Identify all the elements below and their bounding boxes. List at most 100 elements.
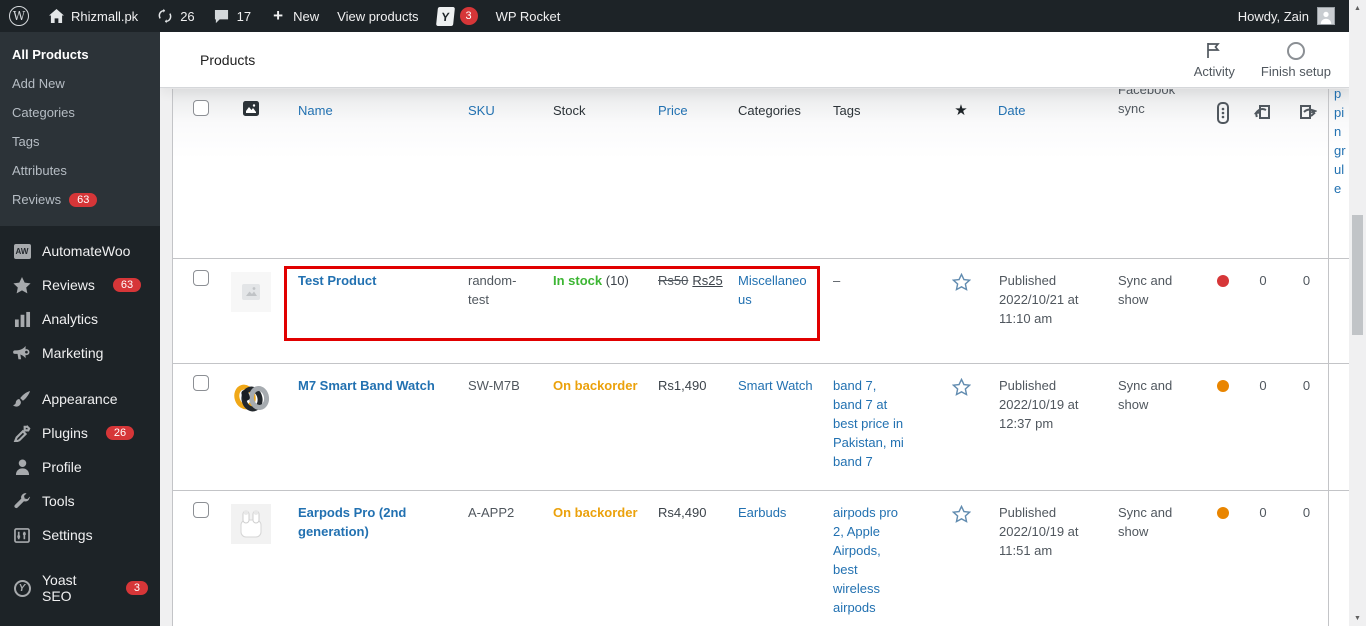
activity-button[interactable]: Activity — [1194, 41, 1235, 79]
wordpress-logo-icon: W — [9, 6, 29, 26]
product-name-link[interactable]: Test Product — [298, 273, 377, 288]
menu-label: AutomateWoo — [42, 243, 131, 259]
sidebar-item-categories[interactable]: Categories — [0, 98, 160, 127]
reviews-count-badge: 63 — [69, 192, 98, 207]
select-all-checkbox[interactable] — [193, 100, 209, 116]
row-checkbox[interactable] — [193, 270, 209, 286]
row-checkbox[interactable] — [193, 375, 209, 391]
table-row-earpods-pro: Earpods Pro (2nd generation) A-APP2 On b… — [173, 491, 1349, 626]
finish-setup-label: Finish setup — [1260, 63, 1331, 79]
column-header-price[interactable]: Price — [658, 103, 688, 118]
wp-rocket-menu[interactable]: WP Rocket — [487, 0, 570, 32]
sku-value: random-test — [468, 273, 517, 307]
category-link[interactable]: Earbuds — [738, 505, 786, 520]
main-menu: AW AutomateWoo Reviews 63 Analytics Mark… — [0, 226, 160, 626]
column-header-stock: Stock — [553, 103, 586, 118]
submenu-label: All Products — [12, 47, 89, 62]
activity-flag-icon — [1206, 41, 1222, 61]
account-menu[interactable]: Howdy, Zain — [1238, 7, 1349, 25]
sidebar-item-reviews-sub[interactable]: Reviews 63 — [0, 185, 160, 214]
submenu-label: Reviews — [12, 192, 62, 207]
site-name-menu[interactable]: Rhizmall.pk — [38, 0, 147, 32]
wordpress-logo-menu[interactable]: W — [0, 0, 38, 32]
category-link[interactable]: Miscellaneous — [738, 273, 807, 307]
sku-value: SW-M7B — [468, 378, 520, 393]
sidebar-item-reviews[interactable]: Reviews 63 — [0, 268, 160, 302]
product-thumbnail-placeholder[interactable] — [231, 272, 271, 312]
facebook-sync-value: Sync and show — [1118, 273, 1173, 307]
menu-label: Profile — [42, 459, 82, 475]
sidebar-item-tools[interactable]: Tools — [0, 484, 160, 518]
woocommerce-header: Products Activity Finish setup — [160, 32, 1349, 88]
menu-label: Yoast SEO — [42, 572, 77, 604]
wp-rocket-label: WP Rocket — [495, 8, 561, 24]
comments-count: 17 — [236, 8, 252, 24]
date-value: Published 2022/10/21 at 11:10 am — [999, 273, 1079, 326]
price: Rs4,490 — [658, 505, 707, 520]
sidebar-item-analytics[interactable]: Analytics — [0, 302, 160, 336]
featured-star-toggle[interactable] — [951, 504, 971, 528]
sidebar-item-add-new[interactable]: Add New — [0, 69, 160, 98]
scrollbar-up-icon[interactable]: ▲ — [1349, 0, 1366, 16]
column-header-sku[interactable]: SKU — [468, 103, 495, 118]
table-row-test-product: Test Product random-test In stock (10) R… — [173, 259, 1349, 364]
scrollbar-down-icon[interactable]: ▼ — [1349, 610, 1366, 626]
view-products-menu[interactable]: View products — [328, 0, 427, 32]
category-link[interactable]: Smart Watch — [738, 378, 813, 393]
page-scrollbar[interactable]: ▲ ▼ — [1349, 0, 1366, 626]
analytics-icon — [12, 310, 32, 328]
yoast-menu[interactable]: Y 3 — [428, 0, 487, 32]
wordpress-admin-products-page: W Rhizmall.pk 26 17 + New View products — [0, 0, 1366, 626]
sync-out-count: 0 — [1302, 273, 1311, 288]
sync-in-count: 0 — [1259, 505, 1267, 520]
view-products-label: View products — [337, 8, 419, 24]
row-checkbox[interactable] — [193, 502, 209, 518]
submenu-label: Tags — [12, 134, 40, 149]
status-dot — [1217, 380, 1229, 392]
plugins-icon — [12, 424, 32, 442]
new-menu[interactable]: + New — [260, 0, 328, 32]
megaphone-icon — [12, 344, 32, 362]
menu-label: Plugins — [42, 425, 88, 441]
sidebar-item-tags[interactable]: Tags — [0, 127, 160, 156]
updates-menu[interactable]: 26 — [147, 0, 203, 32]
sidebar-item-yoast-seo[interactable]: Y Yoast SEO 3 — [0, 564, 160, 612]
tags-links[interactable]: airpods pro 2, Apple Airpods, best wirel… — [833, 503, 928, 617]
sync-out-column-icon — [1297, 105, 1318, 125]
sidebar-item-marketing[interactable]: Marketing — [0, 336, 160, 370]
regular-price: Rs50 — [658, 273, 689, 288]
featured-star-toggle[interactable] — [951, 272, 971, 296]
tags-links[interactable]: band 7, band 7 at best price in Pakistan… — [833, 376, 928, 471]
sale-price: Rs25 — [692, 273, 723, 288]
sidebar-item-settings[interactable]: Settings — [0, 518, 160, 552]
column-header-date[interactable]: Date — [998, 103, 1025, 118]
column-header-categories: Categories — [738, 103, 801, 118]
product-name-link[interactable]: Earpods Pro (2nd generation) — [298, 505, 406, 539]
sidebar-item-plugins[interactable]: Plugins 26 — [0, 416, 160, 450]
facebook-sync-value: Sync and show — [1118, 378, 1173, 412]
finish-setup-button[interactable]: Finish setup — [1261, 41, 1331, 79]
featured-star-toggle[interactable] — [951, 377, 971, 401]
column-header-shipping-rule[interactable]: ppingrule — [1334, 89, 1346, 198]
plugins-count-badge: 26 — [105, 426, 135, 440]
yoast-count-badge: 3 — [125, 581, 148, 595]
table-header-row: Name SKU Stock Price Categories Tags ★ D… — [173, 89, 1349, 259]
stock-status: On backorder — [553, 378, 638, 393]
sidebar-item-all-products[interactable]: All Products — [0, 40, 160, 69]
column-header-name[interactable]: Name — [298, 103, 333, 118]
sidebar-item-automatewoo[interactable]: AW AutomateWoo — [0, 234, 160, 268]
profile-user-icon — [12, 458, 32, 476]
sidebar-item-profile[interactable]: Profile — [0, 450, 160, 484]
facebook-sync-value: Sync and show — [1118, 505, 1173, 539]
menu-label: Marketing — [42, 345, 104, 361]
sidebar-item-attributes[interactable]: Attributes — [0, 156, 160, 185]
product-thumbnail[interactable] — [231, 377, 271, 417]
comments-menu[interactable]: 17 — [204, 0, 260, 32]
menu-label: Reviews — [42, 277, 95, 293]
menu-label: Tools — [42, 493, 75, 509]
sidebar-item-appearance[interactable]: Appearance — [0, 382, 160, 416]
scrollbar-thumb[interactable] — [1352, 215, 1363, 335]
products-submenu: All Products Add New Categories Tags Att… — [0, 32, 160, 226]
product-name-link[interactable]: M7 Smart Band Watch — [298, 378, 435, 393]
product-thumbnail[interactable] — [231, 504, 271, 544]
